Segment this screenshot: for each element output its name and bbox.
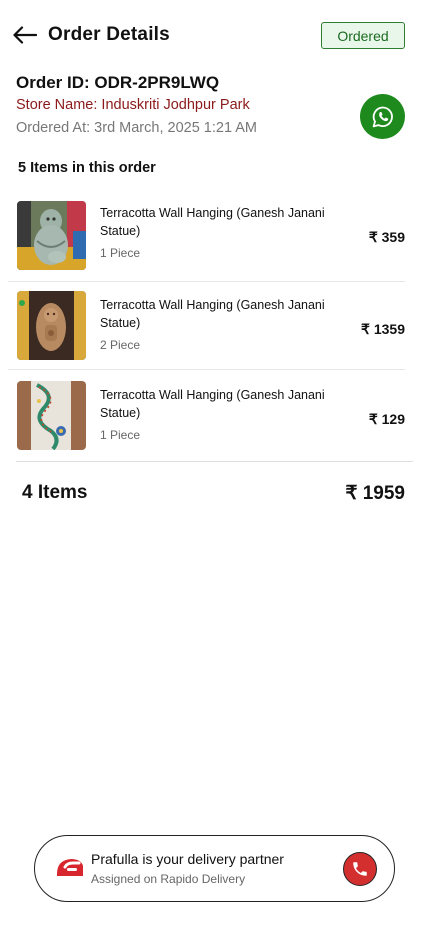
page-title: Order Details (48, 24, 170, 45)
rapido-logo-icon (53, 854, 85, 882)
call-button[interactable] (343, 852, 377, 886)
order-id: Order ID: ODR-2PR9LWQ (16, 73, 220, 92)
item-name: Terracotta Wall Hanging (Ganesh Janani S… (100, 298, 325, 330)
item-quantity: 1 Piece (100, 246, 141, 260)
delivery-partner-title: Prafulla is your delivery partner (91, 851, 284, 867)
product-image (17, 381, 86, 450)
delivery-partner-subtitle: Assigned on Rapido Delivery (91, 872, 246, 886)
whatsapp-icon (372, 106, 393, 127)
back-button[interactable] (12, 23, 38, 47)
header: Order Details Ordered (0, 0, 430, 70)
list-item[interactable]: Terracotta Wall Hanging (Ganesh Janani S… (8, 196, 405, 282)
divider (16, 461, 413, 462)
item-price: ₹ 1359 (361, 321, 405, 337)
list-item[interactable]: Terracotta Wall Hanging (Ganesh Janani S… (8, 284, 405, 370)
whatsapp-button[interactable] (360, 94, 405, 139)
item-name: Terracotta Wall Hanging (Ganesh Janani S… (100, 388, 325, 420)
delivery-partner-card: Prafulla is your delivery partner Assign… (34, 835, 395, 902)
ordered-at: Ordered At: 3rd March, 2025 1:21 AM (16, 120, 257, 136)
total-price: ₹ 1959 (345, 483, 405, 504)
product-image (17, 201, 86, 270)
product-image (17, 291, 86, 360)
item-name: Terracotta Wall Hanging (Ganesh Janani S… (100, 206, 325, 238)
item-quantity: 1 Piece (100, 428, 141, 442)
store-name: Store Name: Induskriti Jodhpur Park (16, 97, 250, 113)
item-price: ₹ 129 (368, 411, 405, 427)
phone-icon (353, 862, 367, 876)
item-quantity: 2 Piece (100, 338, 141, 352)
items-heading: 5 Items in this order (18, 160, 156, 176)
list-item[interactable]: Terracotta Wall Hanging (Ganesh Janani S… (8, 372, 405, 458)
status-badge: Ordered (321, 22, 405, 49)
item-price: ₹ 359 (368, 229, 405, 245)
arrow-left-icon (13, 26, 37, 44)
total-items: 4 Items (22, 482, 88, 503)
